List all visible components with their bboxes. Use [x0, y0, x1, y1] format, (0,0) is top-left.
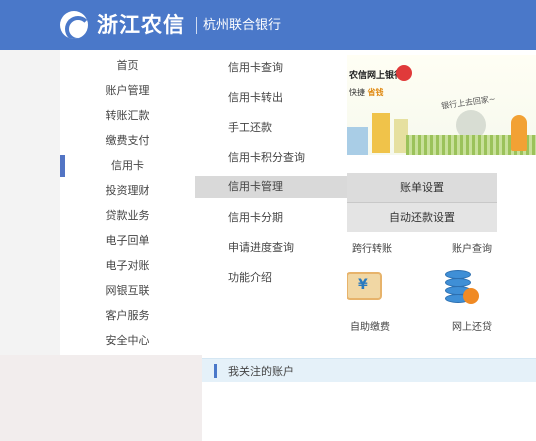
banner-tag-b: 省钱 — [367, 88, 384, 97]
submenu-item-bill-settings[interactable]: 账单设置 — [347, 173, 497, 202]
brand-subtitle: 杭州联合银行 — [203, 18, 282, 33]
sidebar-item-transfer[interactable]: 转账汇款 — [60, 105, 195, 127]
sidebar-item-loans[interactable]: 贷款业务 — [60, 205, 195, 227]
watched-accounts-header[interactable]: 我关注的账户 — [202, 358, 536, 382]
menu-item-manual-repay[interactable]: 手工还款 — [195, 117, 347, 139]
sidebar-nav: 首页 账户管理 转账汇款 缴费支付 信用卡 投资理财 贷款业务 电子回单 电子对… — [60, 50, 195, 355]
online-repay-icon[interactable] — [445, 270, 481, 306]
return-arrow-icon — [463, 288, 479, 304]
quick-account-label[interactable]: 账户查询 — [452, 240, 492, 255]
quick-transfer-label[interactable]: 跨行转账 — [352, 240, 392, 255]
sidebar-item-security[interactable]: 安全中心 — [60, 330, 195, 352]
person-illustration-icon — [511, 115, 527, 151]
building-icon — [346, 127, 368, 155]
brand-divider — [196, 17, 197, 34]
banner-title: 农信网上银行 — [349, 71, 404, 81]
sidebar-item-investment[interactable]: 投资理财 — [60, 180, 195, 202]
sidebar-item-interbank[interactable]: 网银互联 — [60, 280, 195, 302]
menu-item-card-query[interactable]: 信用卡查询 — [195, 57, 347, 79]
menu-item-installment[interactable]: 信用卡分期 — [195, 207, 347, 229]
menu-item-card-transfer[interactable]: 信用卡转出 — [195, 87, 347, 109]
banner-tag-a: 快捷 — [349, 88, 365, 97]
banner-tagline: 快捷 省钱 — [349, 87, 384, 98]
credit-card-dropdown: 信用卡查询 信用卡转出 手工还款 信用卡积分查询 信用卡管理 信用卡分期 申请进… — [195, 50, 347, 355]
sidebar-item-payment[interactable]: 缴费支付 — [60, 130, 195, 152]
watched-accounts-title: 我关注的账户 — [228, 365, 294, 378]
sidebar-item-home[interactable]: 首页 — [60, 55, 195, 77]
active-item-marker — [60, 155, 65, 177]
sidebar-item-receipts[interactable]: 电子回单 — [60, 230, 195, 252]
section-marker — [214, 364, 217, 378]
submenu-item-auto-repay-settings[interactable]: 自动还款设置 — [347, 203, 497, 232]
menu-item-points-query[interactable]: 信用卡积分查询 — [195, 147, 347, 169]
top-header: 浙江农信 杭州联合银行 — [0, 0, 536, 50]
bank-logo-icon — [60, 11, 88, 39]
quick-repay-label[interactable]: 网上还贷 — [452, 318, 492, 333]
self-payment-icon[interactable] — [346, 272, 382, 300]
sidebar-item-account[interactable]: 账户管理 — [60, 80, 195, 102]
sidebar-item-service[interactable]: 客户服务 — [60, 305, 195, 327]
menu-item-introduction[interactable]: 功能介绍 — [195, 267, 347, 289]
sidebar-item-statement[interactable]: 电子对账 — [60, 255, 195, 277]
building-icon — [372, 113, 390, 153]
card-management-submenu: 账单设置 自动还款设置 — [347, 173, 497, 233]
bottom-left-panel — [0, 355, 202, 441]
promo-banner[interactable]: 农信网上银行 快捷 省钱 银行上去回家~ — [346, 55, 536, 155]
brand-name: 浙江农信 — [97, 13, 185, 37]
menu-item-card-management[interactable]: 信用卡管理 — [195, 176, 347, 198]
menu-item-progress-query[interactable]: 申请进度查询 — [195, 237, 347, 259]
quick-payment-label[interactable]: 自助缴费 — [350, 318, 390, 333]
banner-badge-icon — [396, 65, 412, 81]
sidebar-item-credit-card[interactable]: 信用卡 — [60, 155, 195, 177]
